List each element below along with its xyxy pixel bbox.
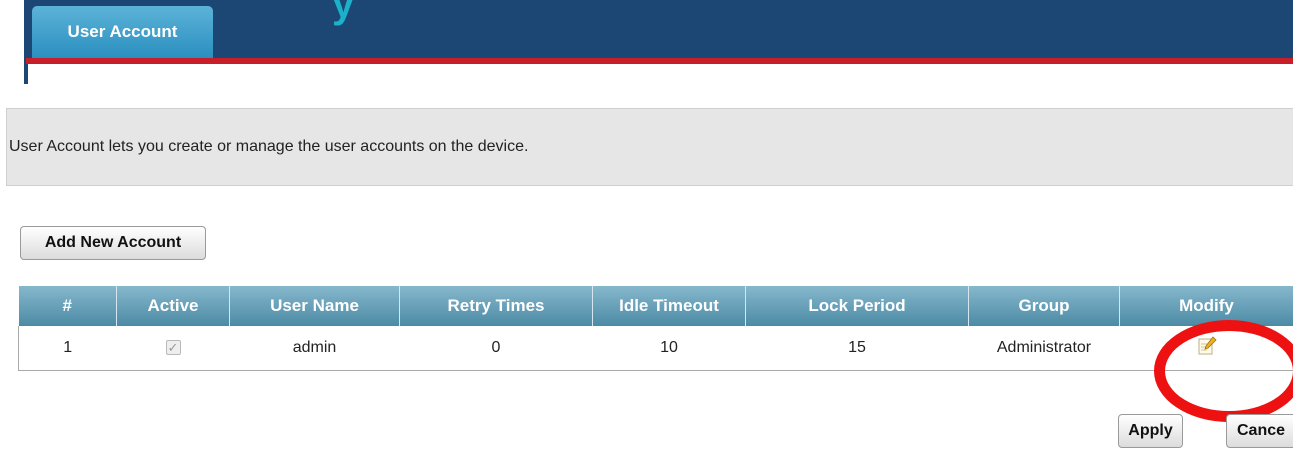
tab-user-account[interactable]: User Account <box>32 6 213 58</box>
cell-retry-times: 0 <box>399 326 593 371</box>
add-new-account-button[interactable]: Add New Account <box>20 226 206 260</box>
table-header-row: # Active User Name Retry Times Idle Time… <box>18 286 1293 326</box>
cell-lock-period: 15 <box>745 326 969 371</box>
cell-index: 1 <box>18 326 117 371</box>
user-account-table: # Active User Name Retry Times Idle Time… <box>18 286 1293 371</box>
column-header-idle-timeout: Idle Timeout <box>592 286 746 326</box>
cancel-button[interactable]: Cance <box>1226 414 1293 448</box>
page-description: User Account lets you create or manage t… <box>6 108 1293 186</box>
cell-group: Administrator <box>968 326 1120 371</box>
header-accent-line <box>26 58 1293 64</box>
column-header-retry-times: Retry Times <box>399 286 593 326</box>
highlight-circle <box>1154 320 1293 422</box>
cell-user-name: admin <box>229 326 400 371</box>
column-header-active: Active <box>116 286 230 326</box>
checkbox-checked-icon: ✓ <box>165 340 181 356</box>
table-row: 1 ✓ admin 0 10 15 Administrator <box>18 326 1293 371</box>
column-header-user-name: User Name <box>229 286 400 326</box>
column-header-index: # <box>18 286 117 326</box>
header-bar <box>26 0 1293 58</box>
apply-button[interactable]: Apply <box>1118 414 1183 448</box>
column-header-group: Group <box>968 286 1120 326</box>
header-partial-text: y <box>332 0 355 26</box>
column-header-modify: Modify <box>1119 286 1293 326</box>
column-header-lock-period: Lock Period <box>745 286 969 326</box>
cell-active: ✓ <box>116 326 230 371</box>
cell-idle-timeout: 10 <box>592 326 746 371</box>
